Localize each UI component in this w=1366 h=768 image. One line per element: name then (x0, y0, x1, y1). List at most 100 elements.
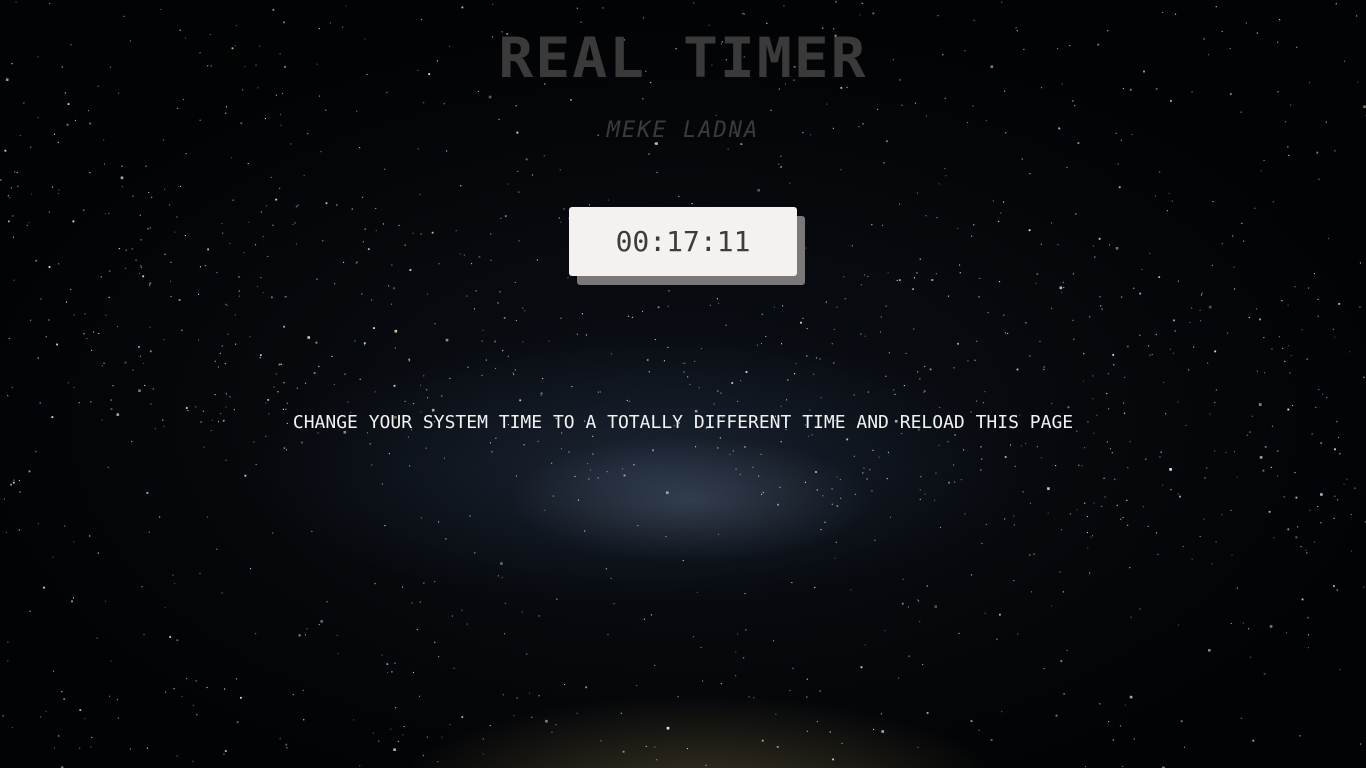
star (761, 739, 764, 742)
star (409, 465, 411, 467)
star (58, 193, 60, 195)
star (656, 759, 658, 761)
star (1101, 308, 1103, 310)
star (919, 258, 921, 260)
star (182, 99, 184, 101)
star (1233, 266, 1235, 268)
star (577, 499, 579, 501)
star (1203, 518, 1205, 520)
star (1101, 505, 1103, 507)
star (761, 313, 763, 315)
star (108, 296, 110, 298)
star (275, 373, 277, 375)
star (336, 204, 338, 206)
star (344, 373, 346, 375)
star (978, 729, 980, 731)
star (959, 264, 961, 266)
star (1098, 237, 1101, 240)
star (1180, 720, 1183, 723)
star (809, 409, 811, 411)
star (792, 667, 794, 669)
star (1242, 622, 1244, 624)
star (408, 358, 411, 361)
star (1162, 484, 1164, 486)
star (1013, 580, 1015, 582)
star (445, 338, 449, 342)
star (948, 481, 950, 484)
star (1004, 90, 1006, 92)
star (280, 114, 282, 116)
star (642, 17, 644, 19)
star (1214, 402, 1216, 404)
star (160, 8, 162, 10)
star (791, 582, 793, 584)
star (1277, 91, 1279, 93)
star (413, 403, 415, 405)
star (279, 738, 281, 740)
star (1318, 178, 1320, 180)
star (407, 436, 409, 438)
star (79, 747, 81, 749)
star (1283, 496, 1285, 498)
star (1287, 146, 1289, 148)
star (8, 220, 10, 223)
star (124, 361, 127, 364)
star (1269, 625, 1273, 628)
star (359, 378, 361, 380)
star (555, 724, 557, 726)
star (1174, 330, 1176, 332)
star (1281, 300, 1283, 302)
star (58, 189, 60, 191)
star (1139, 608, 1141, 610)
star (482, 329, 484, 331)
star (1162, 11, 1164, 13)
star (867, 275, 869, 277)
star (522, 341, 524, 343)
star (150, 403, 152, 405)
star (322, 240, 324, 242)
star (48, 211, 50, 213)
star (628, 315, 630, 317)
star (223, 753, 225, 755)
star (948, 295, 950, 297)
star (1284, 360, 1286, 362)
star (1066, 649, 1068, 651)
star (1305, 549, 1307, 551)
star (1360, 743, 1362, 745)
star (954, 481, 956, 483)
star (913, 277, 915, 279)
star (177, 107, 179, 109)
star (298, 634, 301, 637)
star (207, 248, 209, 251)
star (2, 715, 4, 717)
clock-display-box: 00:17:11 (569, 207, 797, 276)
star (531, 716, 533, 718)
star (908, 655, 910, 657)
star (195, 406, 197, 408)
star (149, 284, 151, 286)
star (1040, 243, 1042, 245)
star (929, 368, 932, 371)
star (1336, 589, 1338, 591)
star (1263, 159, 1265, 161)
star (574, 475, 576, 477)
star (238, 290, 240, 292)
star (1170, 489, 1172, 491)
star (230, 157, 232, 159)
star (1169, 348, 1171, 350)
star (343, 261, 345, 263)
star (753, 697, 755, 699)
star (426, 389, 428, 391)
star (195, 680, 197, 682)
star (417, 148, 419, 150)
star (1215, 6, 1217, 8)
star (500, 217, 502, 219)
star (1337, 499, 1339, 501)
star (901, 104, 903, 106)
star (469, 515, 471, 517)
star (198, 339, 200, 341)
star (1051, 222, 1053, 224)
star (958, 632, 960, 634)
star (279, 187, 281, 189)
star (369, 443, 371, 445)
